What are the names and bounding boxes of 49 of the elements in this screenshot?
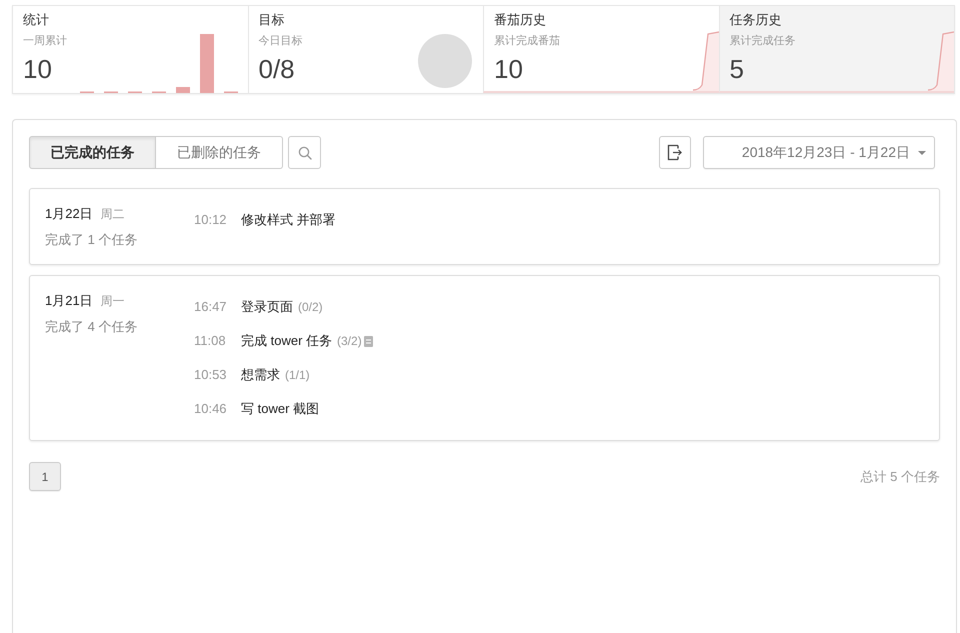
search-icon [298,146,312,160]
stat-title: 番茄历史 [494,11,547,29]
search-button[interactable] [288,136,321,169]
export-icon [667,144,683,161]
task-title[interactable]: 完成 tower 任务 [241,331,332,351]
area-sparkline [692,31,718,91]
task-time: 10:46 [194,400,228,418]
stat-value: 5 [730,53,745,85]
task-time: 10:53 [194,366,228,384]
stat-title: 统计 [23,11,50,29]
day-weekday: 周一 [100,293,125,310]
stat-value: 0/8 [258,53,296,85]
stat-subtitle: 累计完成番茄 [494,34,560,49]
task-time: 11:08 [194,332,227,350]
caret-icon [918,150,926,154]
page-button[interactable]: 1 [29,462,61,491]
task-title[interactable]: 登录页面 [241,297,293,317]
day-weekday: 周二 [100,206,125,223]
total-count: 总计 5 个任务 [860,468,940,486]
task-title[interactable]: 想需求 [241,365,280,385]
stat-subtitle: 今日目标 [258,34,302,49]
day-summary: 完成了 4 个任务 [45,318,138,336]
stat-title: 任务历史 [730,11,782,29]
tab[interactable]: 已删除的任务 [156,136,283,169]
stat-card[interactable]: 番茄历史 累计完成番茄 10 [483,6,718,93]
task-time: 16:47 [194,298,228,316]
task-title[interactable]: 修改样式 并部署 [241,210,336,230]
stat-card[interactable]: 任务历史 累计完成任务 5 [718,6,954,93]
subtask-count: (1/1) [285,367,310,384]
task-title[interactable]: 写 tower 截图 [241,399,320,419]
subtask-count: (0/2) [298,299,323,316]
stat-card[interactable]: 目标 今日目标 0/8 [248,6,483,93]
tab[interactable]: 已完成的任务 [29,136,156,169]
day-date: 1月21日 [45,292,93,310]
stat-subtitle: 一周累计 [23,34,67,49]
day-summary: 完成了 1 个任务 [45,231,138,249]
weekly-bar [176,87,190,93]
date-range-dropdown[interactable]: 2018年12月23日 - 1月22日 [703,136,935,169]
stat-subtitle: 累计完成任务 [730,34,796,49]
stat-value: 10 [23,53,53,85]
area-sparkline [928,31,954,91]
stat-card[interactable]: 统计 一周累计 10 [13,6,248,93]
stat-title: 目标 [258,11,286,29]
day-date: 1月22日 [45,205,93,223]
task-time: 10:12 [194,211,228,230]
export-button[interactable] [659,136,691,169]
subtask-count: (3/2) [337,333,362,350]
weekly-bar [200,34,214,93]
stat-value: 10 [494,53,524,85]
